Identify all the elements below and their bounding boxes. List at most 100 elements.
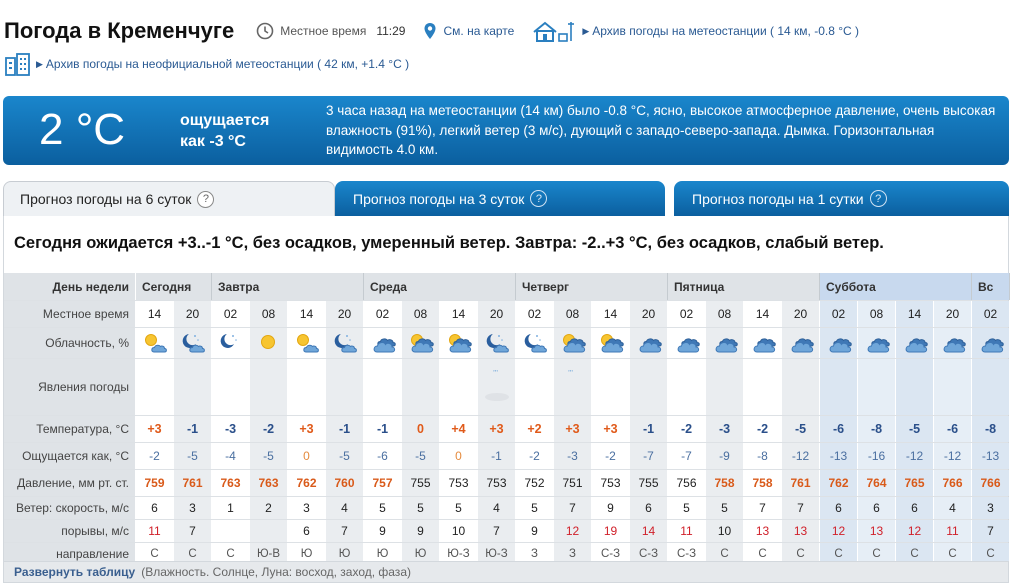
clock-icon [256, 22, 274, 40]
temperature-cell: -2 [250, 416, 288, 442]
sun-clouds-icon [446, 331, 472, 355]
time-cell: 08 [250, 301, 288, 327]
help-icon[interactable]: ? [530, 190, 548, 207]
pressure-cell: 753 [592, 470, 630, 496]
expand-table-link[interactable]: Развернуть таблицу (Влажность. Солнце, Л… [3, 561, 1009, 583]
cloud-cell [972, 328, 1010, 358]
row-label: Ощущается как, °C [4, 443, 136, 469]
gust-cell [250, 520, 288, 542]
temperature-cell: -5 [896, 416, 934, 442]
wind-speed-cell: 1 [212, 497, 250, 519]
wind-speed-cell: 3 [288, 497, 326, 519]
tab-6-days[interactable]: Прогноз погоды на 6 суток ? [3, 181, 335, 216]
unofficial-archive-link[interactable]: ▶ Архив погоды на неофициальной метеоста… [4, 52, 409, 76]
gust-cell: 11 [136, 520, 174, 542]
phenomena-cell [440, 359, 478, 415]
gust-cell: 9 [364, 520, 402, 542]
wind-speed-cell: 4 [478, 497, 516, 519]
phenomena-cell [364, 359, 402, 415]
time-cell: 14 [136, 301, 174, 327]
night-icon [218, 331, 244, 355]
gust-cell: 7 [174, 520, 212, 542]
phenomena-cell [402, 359, 440, 415]
row-label: День недели [4, 273, 136, 300]
gust-cell: 10 [706, 520, 744, 542]
wind-speed-row: Ветер: скорость, м/с 6312345554579655776… [4, 497, 1010, 520]
feels-like-cell: -5 [250, 443, 288, 469]
gust-cell: 7 [478, 520, 516, 542]
temperature-cell: -5 [782, 416, 820, 442]
temperature-cell: +3 [478, 416, 516, 442]
pressure-cell: 762 [820, 470, 858, 496]
phenomena-cell [212, 359, 250, 415]
feels-like-cell: -9 [706, 443, 744, 469]
gust-cell: 7 [972, 520, 1010, 542]
row-label: Ветер: скорость, м/с [4, 497, 136, 519]
wind-speed-cell: 4 [934, 497, 972, 519]
wind-speed-cell: 7 [554, 497, 592, 519]
forecast-summary-box: Сегодня ожидается +3..-1 °C, без осадков… [3, 216, 1009, 273]
day-header: Суббота [820, 273, 972, 300]
temperature-cell: +2 [516, 416, 554, 442]
wind-speed-cell: 7 [782, 497, 820, 519]
tab-3-days[interactable]: Прогноз погоды на 3 суток ? [335, 181, 665, 216]
gust-cell: 12 [820, 520, 858, 542]
feels-like-cell: -3 [554, 443, 592, 469]
phenomena-cell [630, 359, 668, 415]
night-cloud-icon [332, 331, 358, 355]
day-header: Вс [972, 273, 1010, 300]
temperature-cell: -1 [174, 416, 212, 442]
time-row: Местное время 14 20 02 08 14 20 02 08 14 20 02 08 14… [4, 301, 1010, 328]
phenomena-cell [744, 359, 782, 415]
feels-like-cell: -12 [934, 443, 972, 469]
current-temperature: 2 °C [39, 105, 126, 154]
phenomena-cell [250, 359, 288, 415]
pressure-cell: 761 [782, 470, 820, 496]
temperature-row: Температура, °C +3 -1 -3 -2 +3 -1 -1 0 +4 +3 +2 +3 +… [4, 416, 1010, 443]
cloud-cell [896, 328, 934, 358]
sun-cloud-icon [294, 331, 320, 355]
time-cell: 02 [972, 301, 1010, 327]
help-icon[interactable]: ? [869, 190, 887, 207]
cloud-cell [706, 328, 744, 358]
local-time: Местное время 11:29 [256, 22, 405, 40]
cloud-cell [288, 328, 326, 358]
sun-clouds-icon [598, 331, 624, 355]
svg-text:’’’: ’’’ [493, 369, 498, 378]
station-observation: 3 часа назад на метеостанции (14 км) был… [326, 103, 996, 157]
temperature-cell: -2 [668, 416, 706, 442]
cloud-cell [744, 328, 782, 358]
phenomena-cell [668, 359, 706, 415]
tab-1-day[interactable]: Прогноз погоды на 1 сутки ? [674, 181, 1009, 216]
phenomena-cell [288, 359, 326, 415]
wind-speed-cell: 5 [402, 497, 440, 519]
page-header: Погода в Кременчуге Местное время 11:29 … [4, 18, 877, 44]
unofficial-archive-label: Архив погоды на неофициальной метеостанц… [45, 57, 410, 71]
tab-1-day-label: Прогноз погоды на 1 сутки [692, 190, 864, 207]
help-icon[interactable]: ? [197, 190, 215, 208]
time-cell: 14 [288, 301, 326, 327]
wind-speed-cell: 3 [174, 497, 212, 519]
tab-6-days-label: Прогноз погоды на 6 суток [20, 191, 192, 207]
time-cell: 14 [744, 301, 782, 327]
cloud-cell [554, 328, 592, 358]
pressure-cell: 761 [174, 470, 212, 496]
cloud-row: Облачность, % [4, 328, 1010, 359]
pressure-cell: 766 [972, 470, 1010, 496]
wind-speed-cell: 5 [364, 497, 402, 519]
station-archive-link[interactable]: ▶ Архив погоды на метеостанции ( 14 км, … [532, 20, 859, 42]
feels-like-cell: 0 [288, 443, 326, 469]
feels-like-cell: -8 [744, 443, 782, 469]
fog-icon: ’’’ [482, 366, 512, 409]
feels-like-cell: -1 [478, 443, 516, 469]
expand-table-note: (Влажность. Солнце, Луна: восход, заход,… [141, 565, 411, 579]
row-label: порывы, м/с [4, 520, 136, 542]
pressure-cell: 751 [554, 470, 592, 496]
map-link[interactable]: См. на карте [423, 22, 514, 40]
phenomena-cell [820, 359, 858, 415]
temperature-cell: -6 [934, 416, 972, 442]
forecast-summary: Сегодня ожидается +3..-1 °C, без осадков… [14, 234, 884, 252]
gust-cell: 10 [440, 520, 478, 542]
temperature-cell: -8 [972, 416, 1010, 442]
temperature-cell: 0 [402, 416, 440, 442]
